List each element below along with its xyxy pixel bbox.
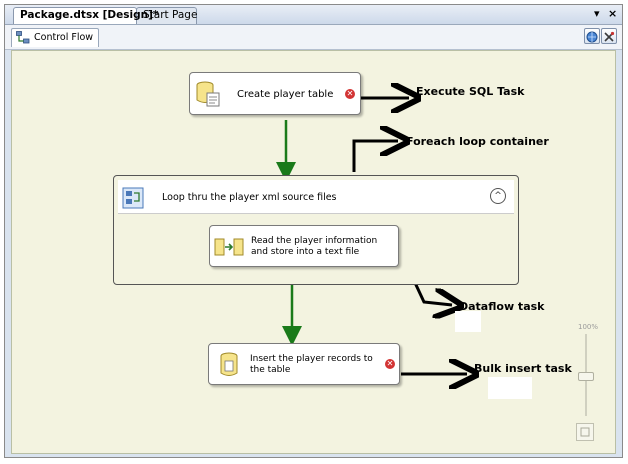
task-create-player-table-label: Create player table	[237, 89, 334, 100]
label-background-patch	[488, 377, 532, 399]
container-header: Loop thru the player xml source files ^	[118, 180, 514, 214]
error-icon: ✕	[385, 359, 395, 369]
task-create-player-table[interactable]: Create player table ✕	[189, 72, 361, 115]
zoom-fit-button[interactable]	[576, 423, 594, 441]
document-tab-strip: Package.dtsx [Design]* Start Page ▾ ×	[5, 5, 622, 25]
task-bulk-insert[interactable]: Insert the player records to the table ✕	[208, 343, 400, 385]
toggle-variables-button[interactable]	[601, 28, 617, 44]
bulk-insert-icon	[220, 352, 238, 376]
sql-task-icon	[196, 81, 220, 107]
fit-to-window-icon	[580, 427, 590, 437]
close-icon[interactable]: ×	[608, 7, 617, 21]
designer-subtab-strip: Control Flow	[5, 25, 622, 50]
zoom-level-label: 100%	[578, 323, 599, 331]
callout-execute-sql-task: Execute SQL Task	[416, 85, 525, 98]
tools-icon	[604, 31, 615, 42]
window-position-dropdown-icon[interactable]: ▾	[594, 7, 600, 21]
callout-arrow-foreach	[352, 141, 398, 172]
container-foreach-loop[interactable]: Loop thru the player xml source files ^ …	[113, 175, 519, 285]
tab-package-design[interactable]: Package.dtsx [Design]*	[13, 7, 158, 24]
callout-bulk-insert-task: Bulk insert task	[474, 362, 572, 375]
task-dataflow[interactable]: Read the player information and store in…	[209, 225, 399, 267]
designer-window: Package.dtsx [Design]* Start Page ▾ × Co…	[4, 4, 623, 458]
task-bulk-insert-label-line2: the table	[250, 365, 291, 375]
dataflow-task-icon	[214, 238, 244, 256]
globe-icon	[586, 31, 598, 43]
control-flow-canvas[interactable]: Create player table ✕ Loop thru the play…	[11, 50, 616, 454]
label-background-patch	[455, 311, 481, 332]
zoom-to-fit-button[interactable]	[584, 28, 600, 44]
tab-control-flow-label: Control Flow	[34, 32, 94, 43]
task-dataflow-label-line1: Read the player information	[251, 236, 378, 246]
error-icon: ✕	[345, 89, 355, 99]
container-loop-label: Loop thru the player xml source files	[162, 192, 337, 203]
control-flow-icon	[16, 31, 30, 44]
zoom-slider-thumb[interactable]	[578, 372, 594, 381]
task-dataflow-label-line2: and store into a text file	[251, 247, 360, 257]
foreach-container-icon	[122, 187, 144, 209]
tab-control-flow[interactable]: Control Flow	[11, 28, 99, 47]
collapse-button[interactable]: ^	[490, 188, 506, 204]
task-bulk-insert-label-line1: Insert the player records to	[250, 354, 373, 364]
callout-foreach-loop-container: Foreach loop container	[406, 135, 549, 148]
